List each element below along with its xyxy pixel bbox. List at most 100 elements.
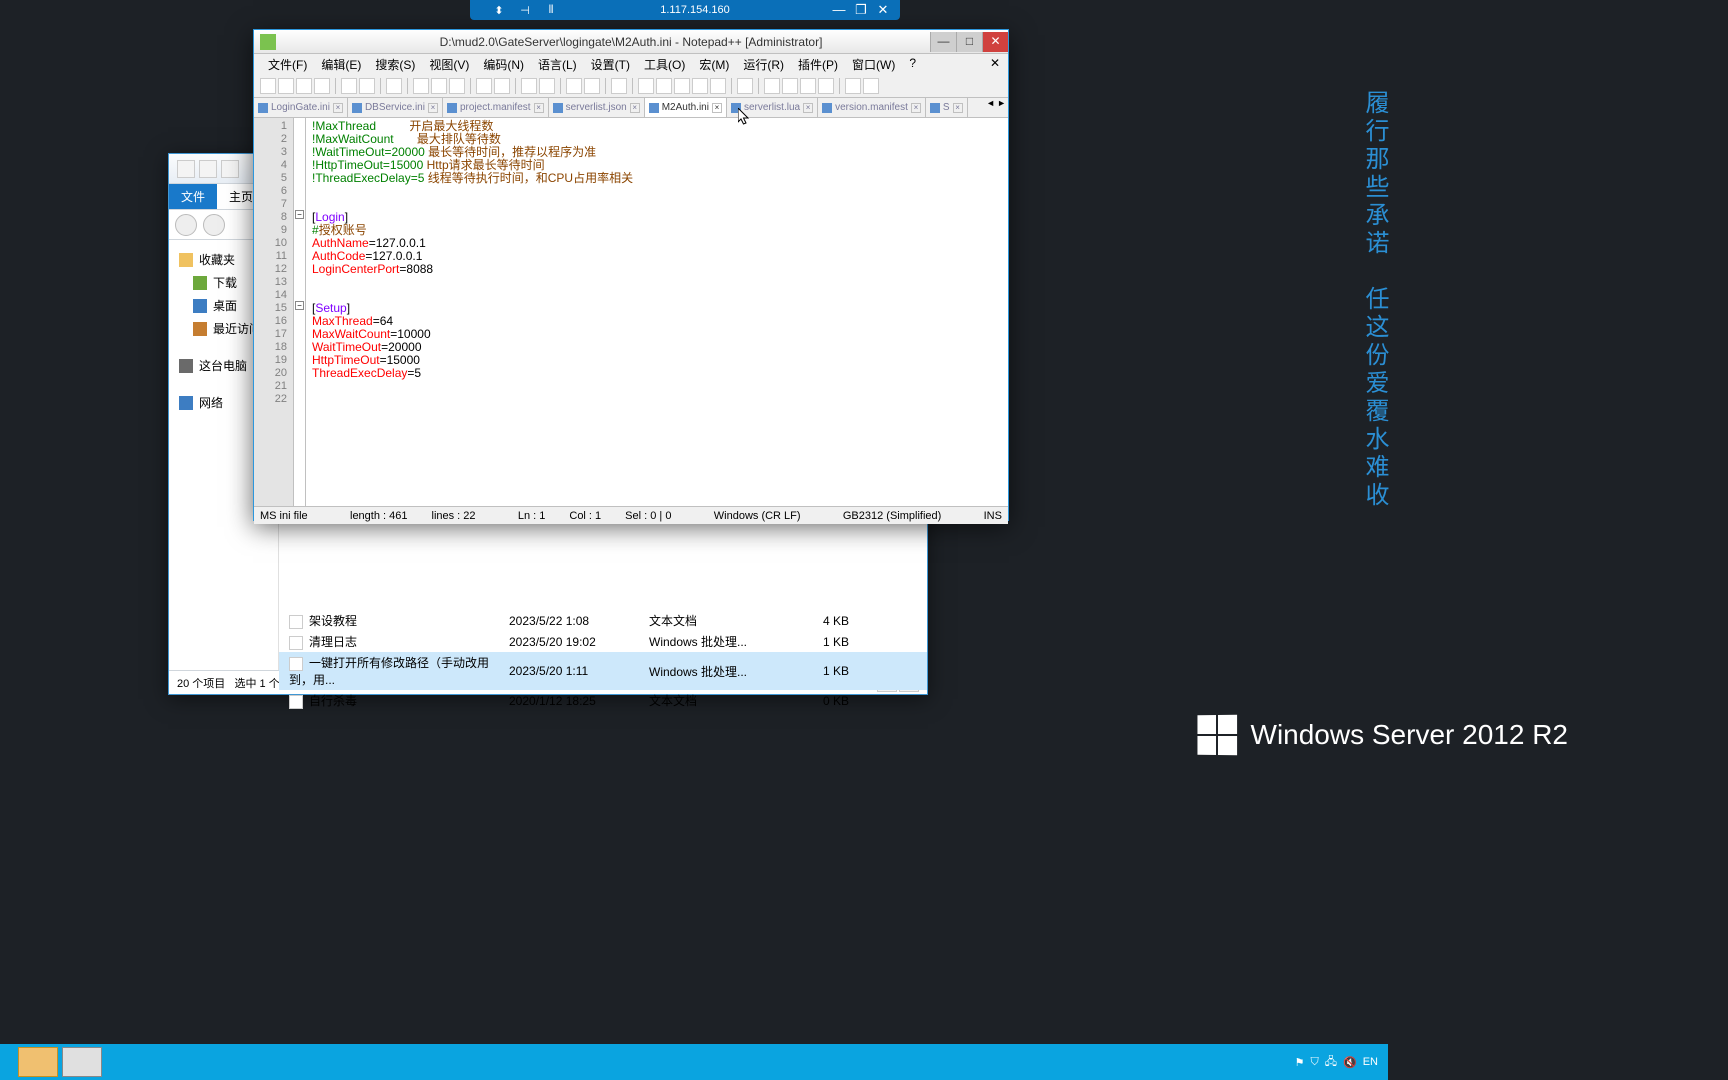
unfold-icon[interactable]	[710, 78, 726, 94]
rdp-restore-button[interactable]: ❐	[852, 2, 870, 18]
fold-margin[interactable]: − −	[294, 118, 306, 506]
menu-item[interactable]: 工具(O)	[638, 56, 691, 72]
explorer-newfolder-icon[interactable]	[221, 160, 239, 178]
file-row[interactable]: 一键打开所有修改路径（手动改用到，用...2023/5/20 1:11Windo…	[279, 652, 927, 690]
menu-item[interactable]: 编辑(E)	[315, 56, 367, 72]
pc-icon	[179, 359, 193, 373]
npp-close-button[interactable]: ✕	[982, 32, 1008, 52]
tray-lang-indicator[interactable]: EN	[1363, 1056, 1378, 1068]
editor-tab[interactable]: DBService.ini×	[348, 98, 443, 117]
menu-item[interactable]: 编码(N)	[477, 56, 530, 72]
tab-close-icon[interactable]: ×	[911, 103, 921, 113]
nav-forward-button[interactable]	[203, 214, 225, 236]
undo-icon[interactable]	[476, 78, 492, 94]
menu-item[interactable]: 窗口(W)	[846, 56, 901, 72]
editor-tab[interactable]: LoginGate.ini×	[254, 98, 348, 117]
tab-close-icon[interactable]: ×	[712, 103, 722, 113]
rdp-pin-icon[interactable]: ⬍	[490, 4, 508, 17]
network-icon	[179, 396, 193, 410]
file-row[interactable]: 清理日志2023/5/20 19:02Windows 批处理...1 KB	[279, 631, 927, 652]
file-icon	[930, 103, 940, 113]
play-icon[interactable]	[800, 78, 816, 94]
menu-item[interactable]: 运行(R)	[737, 56, 790, 72]
taskbar[interactable]: ⚑ ⛉ 🖧 🔇 EN	[0, 1044, 1388, 1080]
editor-tab[interactable]: version.manifest×	[818, 98, 926, 117]
editor-tab[interactable]: M2Auth.ini×	[645, 98, 727, 117]
tray-net-icon[interactable]: 🖧	[1325, 1053, 1337, 1072]
save-icon[interactable]	[296, 78, 312, 94]
line-number-gutter: 12345678910111213141516171819202122	[254, 118, 294, 506]
explorer-props-icon[interactable]	[199, 160, 217, 178]
tab-close-icon[interactable]: ×	[333, 103, 343, 113]
taskbar-npp-button[interactable]	[62, 1047, 102, 1077]
npp-maximize-button[interactable]: □	[956, 32, 982, 52]
find-icon[interactable]	[521, 78, 537, 94]
paste-icon[interactable]	[449, 78, 465, 94]
allchars-icon[interactable]	[656, 78, 672, 94]
close-icon[interactable]	[341, 78, 357, 94]
status-sel: Sel : 0 | 0	[625, 510, 671, 522]
menu-item[interactable]: 插件(P)	[792, 56, 844, 72]
status-filetype: MS ini file	[260, 510, 308, 522]
m2-icon[interactable]	[863, 78, 879, 94]
rdp-minimize-button[interactable]: —	[830, 2, 848, 18]
code-area[interactable]: !MaxThread 开启最大线程数!MaxWaitCount 最大排队等待数!…	[306, 118, 1008, 506]
redo-icon[interactable]	[494, 78, 510, 94]
tab-close-icon[interactable]: ×	[953, 103, 963, 113]
fold-toggle-icon[interactable]: −	[295, 210, 304, 219]
fold-toggle-icon[interactable]: −	[295, 301, 304, 310]
rdp-pin2-icon[interactable]: ⊣	[516, 4, 534, 17]
tray-flag-icon[interactable]: ⚑	[1295, 1056, 1305, 1069]
editor-tab[interactable]: serverlist.json×	[549, 98, 645, 117]
zoomout-icon[interactable]	[584, 78, 600, 94]
wrap-icon[interactable]	[638, 78, 654, 94]
new-icon[interactable]	[260, 78, 276, 94]
copy-icon[interactable]	[431, 78, 447, 94]
menu-item[interactable]: 宏(M)	[693, 56, 735, 72]
menu-item[interactable]: 语言(L)	[532, 56, 583, 72]
tab-close-icon[interactable]: ×	[803, 103, 813, 113]
menu-item[interactable]: ?	[903, 56, 922, 72]
file-row[interactable]: 自行杀毒2020/1/12 18:25文本文档0 KB	[279, 690, 927, 711]
m1-icon[interactable]	[845, 78, 861, 94]
tab-scroll-left[interactable]: ◄	[986, 98, 995, 108]
file-list: 架设教程2023/5/22 1:08文本文档4 KB清理日志2023/5/20 …	[279, 610, 927, 711]
open-icon[interactable]	[278, 78, 294, 94]
closeall-icon[interactable]	[359, 78, 375, 94]
indent-icon[interactable]	[674, 78, 690, 94]
rdp-close-button[interactable]: ✕	[874, 2, 892, 18]
saveall-icon[interactable]	[314, 78, 330, 94]
tray-security-icon[interactable]: ⛉	[1311, 1056, 1319, 1069]
npp-doc-close-button[interactable]: ✕	[990, 56, 1000, 70]
menu-item[interactable]: 视图(V)	[423, 56, 475, 72]
npp-minimize-button[interactable]: —	[930, 32, 956, 52]
hidden-icon[interactable]	[737, 78, 753, 94]
menu-item[interactable]: 文件(F)	[262, 56, 313, 72]
tray-volume-icon[interactable]: 🔇	[1343, 1056, 1357, 1069]
editor-tab[interactable]: S×	[926, 98, 968, 117]
print-icon[interactable]	[386, 78, 402, 94]
taskbar-explorer-button[interactable]	[18, 1047, 58, 1077]
tab-close-icon[interactable]: ×	[534, 103, 544, 113]
tab-scroll-right[interactable]: ►	[997, 98, 1006, 108]
menu-item[interactable]: 搜索(S)	[369, 56, 421, 72]
sync-icon[interactable]	[611, 78, 627, 94]
nav-back-button[interactable]	[175, 214, 197, 236]
stop-icon[interactable]	[782, 78, 798, 94]
npp-editor[interactable]: 12345678910111213141516171819202122 − − …	[254, 118, 1008, 506]
cut-icon[interactable]	[413, 78, 429, 94]
ribbon-tab-file[interactable]: 文件	[169, 184, 217, 209]
npp-titlebar[interactable]: D:\mud2.0\GateServer\logingate\M2Auth.in…	[254, 30, 1008, 54]
editor-tab[interactable]: project.manifest×	[443, 98, 549, 117]
zoomin-icon[interactable]	[566, 78, 582, 94]
replace-icon[interactable]	[539, 78, 555, 94]
rec-icon[interactable]	[764, 78, 780, 94]
tab-close-icon[interactable]: ×	[630, 103, 640, 113]
menu-item[interactable]: 设置(T)	[585, 56, 636, 72]
explorer-folder-icon[interactable]	[177, 160, 195, 178]
fold-icon[interactable]	[692, 78, 708, 94]
fwd-icon[interactable]	[818, 78, 834, 94]
file-row[interactable]: 架设教程2023/5/22 1:08文本文档4 KB	[279, 610, 927, 631]
file-icon	[649, 103, 659, 113]
tab-close-icon[interactable]: ×	[428, 103, 438, 113]
